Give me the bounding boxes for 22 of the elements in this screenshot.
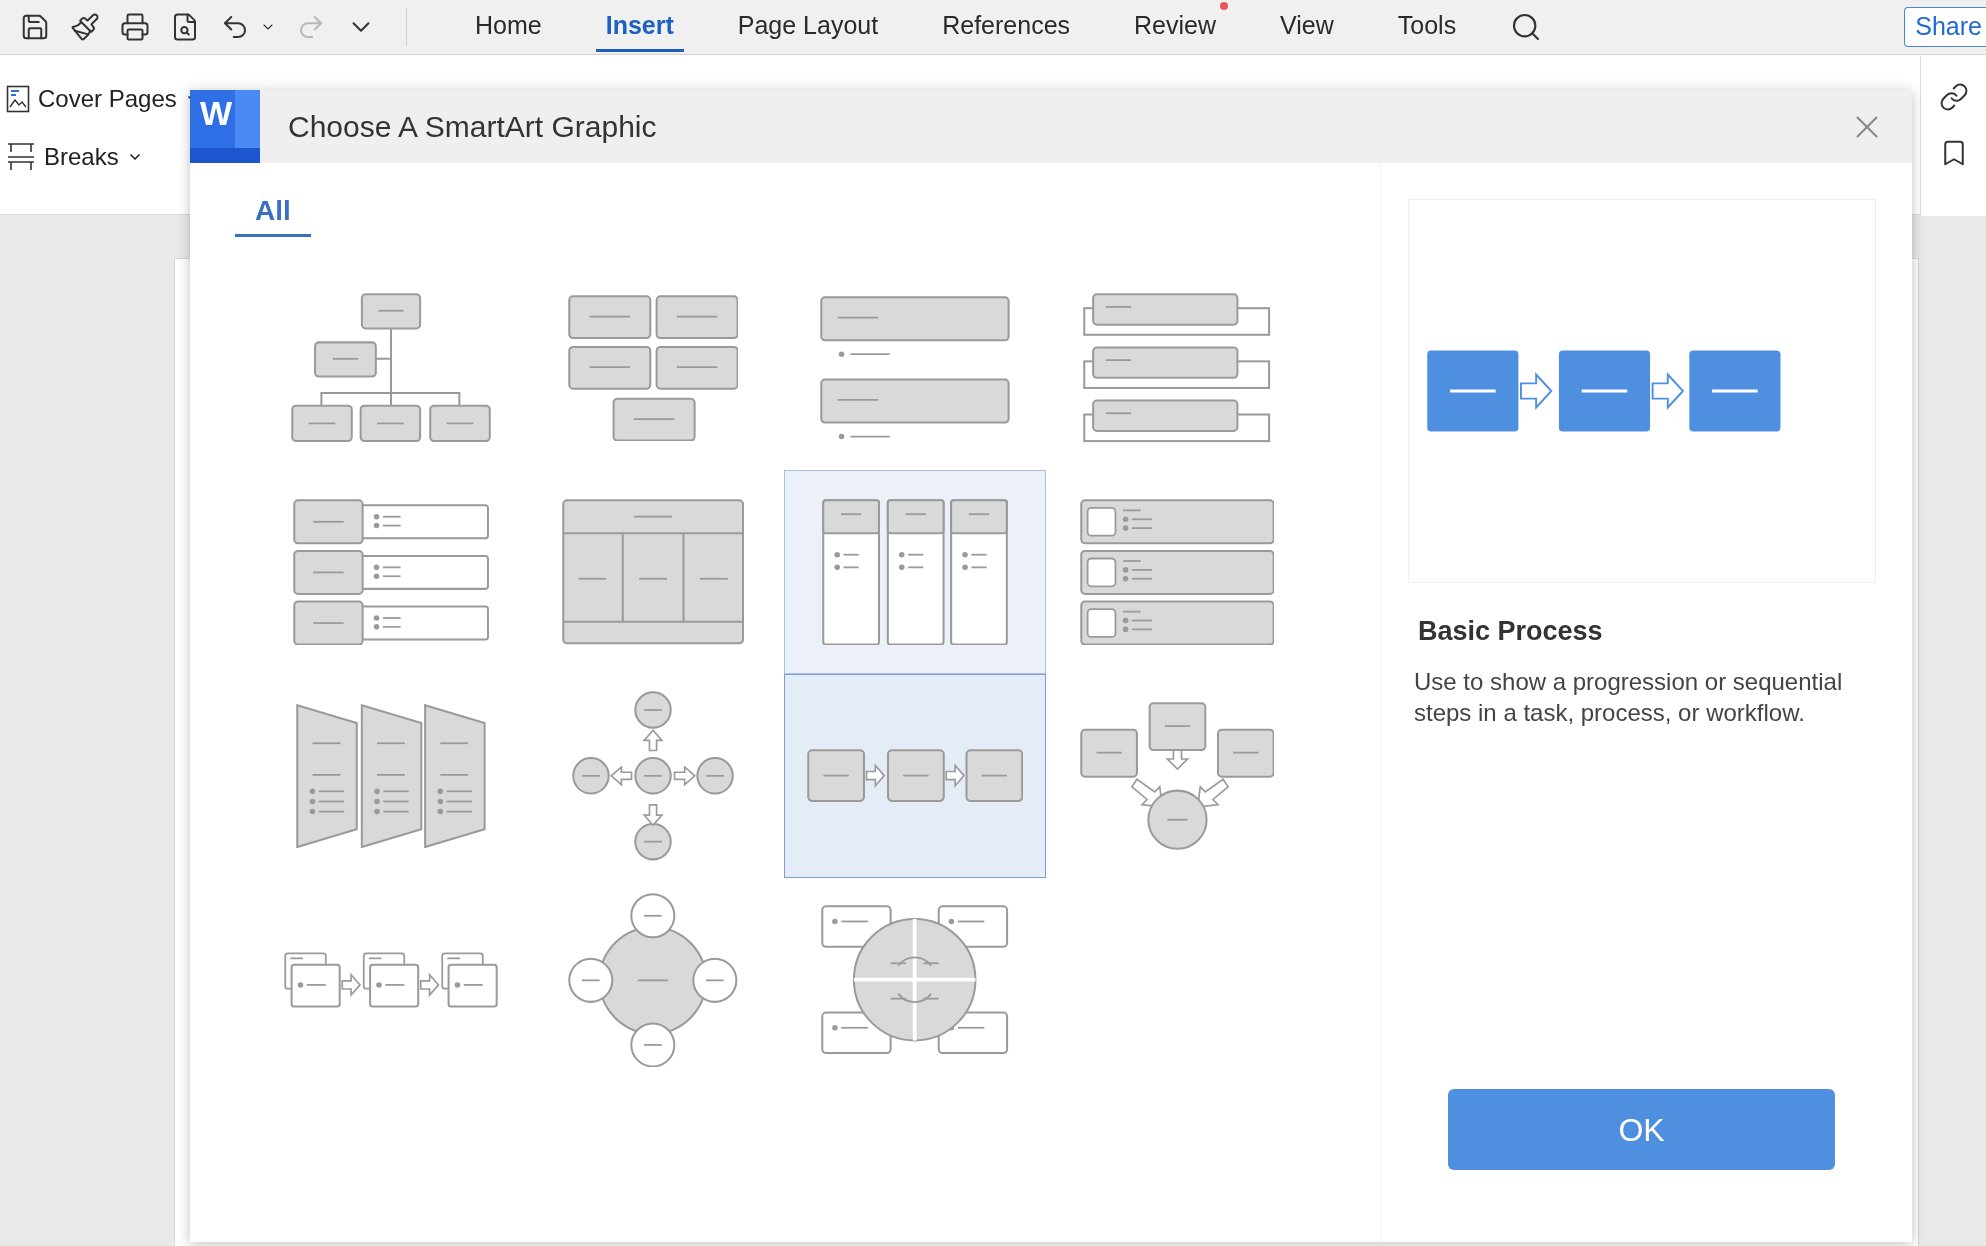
layout-tile[interactable] xyxy=(784,674,1046,878)
menu-tab[interactable]: References xyxy=(932,2,1081,52)
ribbon-button[interactable]: Breaks xyxy=(6,139,143,175)
printer-icon[interactable] xyxy=(120,12,150,42)
app-logo: W xyxy=(190,90,260,163)
menu-tab[interactable]: Home xyxy=(465,2,552,52)
save-icon[interactable] xyxy=(20,12,50,42)
layout-description: Use to show a progression or sequential steps in a task, process, or workflow. xyxy=(1414,666,1844,728)
link-icon[interactable] xyxy=(1938,82,1969,112)
category-tab[interactable]: All xyxy=(235,190,311,237)
menu-tab[interactable]: Insert xyxy=(595,2,684,52)
menu-tab[interactable]: View xyxy=(1270,2,1344,52)
layout-title: Basic Process xyxy=(1418,615,1604,648)
share-button[interactable]: Share xyxy=(1904,7,1986,47)
menu-tab[interactable]: Tools xyxy=(1387,2,1467,52)
layout-tile[interactable] xyxy=(784,470,1046,674)
menu-tab[interactable]: Review xyxy=(1124,2,1227,52)
paintbrush-icon[interactable] xyxy=(70,12,100,42)
page-break-icon xyxy=(6,142,36,172)
dialog-title: Choose A SmartArt Graphic xyxy=(288,109,657,145)
menu-tab[interactable]: Page Layout xyxy=(727,2,889,52)
cover-page-icon xyxy=(6,85,30,113)
